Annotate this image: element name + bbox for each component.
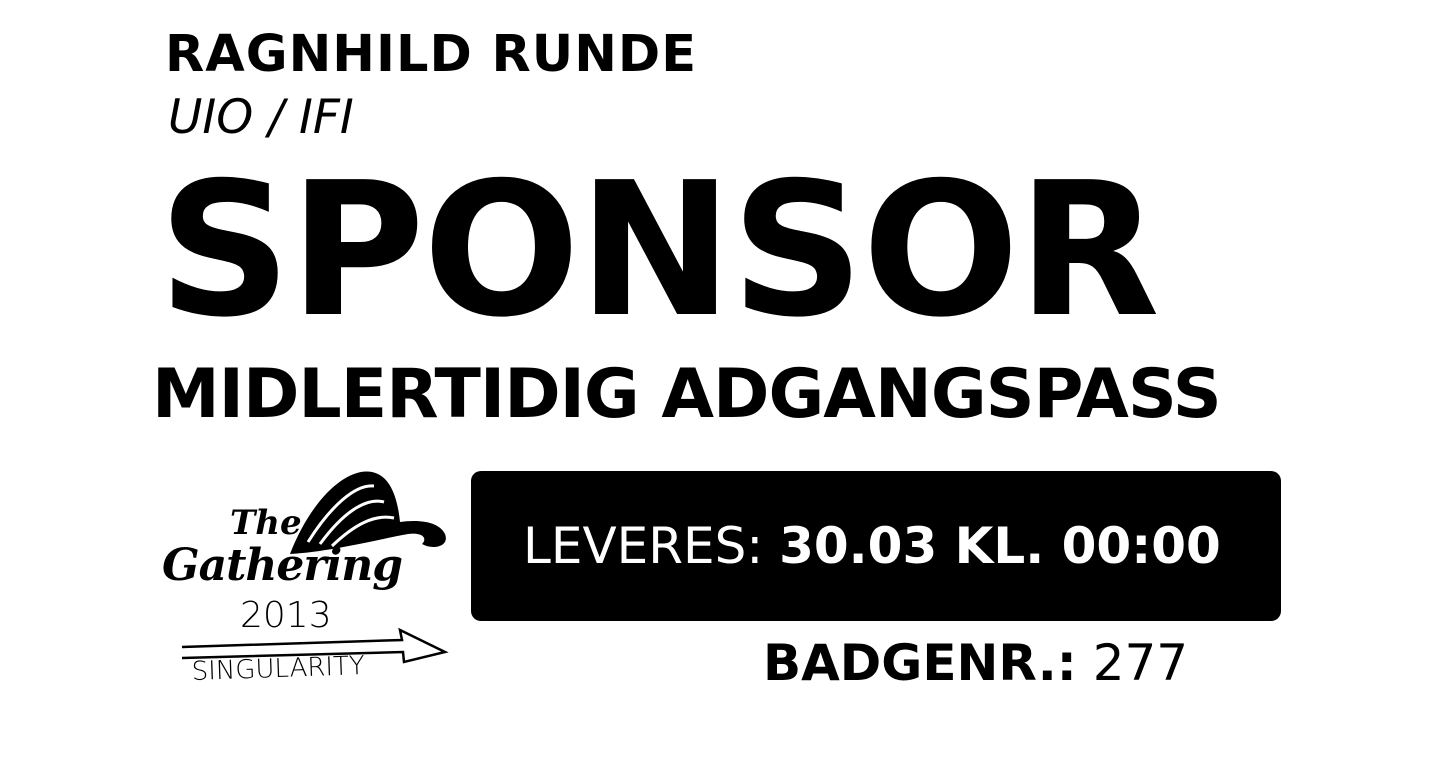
logo-line1: The <box>230 503 302 543</box>
delivery-label: LEVERES: <box>523 517 764 575</box>
holder-organization: UIO / IFI <box>168 90 354 145</box>
logo-theme: SINGULARITY <box>191 651 365 687</box>
delivery-value: 30.03 KL. 00:00 <box>779 517 1221 575</box>
delivery-box: LEVERES: 30.03 KL. 00:00 <box>471 471 1281 621</box>
gathering-logo-icon: The Gathering 2013 SINGULARITY <box>162 471 449 687</box>
badge-number: BADGENR.: 277 <box>763 632 1188 694</box>
badge-number-value: 277 <box>1092 634 1189 692</box>
badge-number-label: BADGENR.: <box>763 634 1077 692</box>
pass-type: MIDLERTIDIG ADGANGSPASS <box>152 355 1222 434</box>
logo-line2: Gathering <box>162 540 402 591</box>
delivery-info: LEVERES: 30.03 KL. 00:00 <box>523 515 1221 577</box>
badge-type: SPONSOR <box>158 142 1160 358</box>
holder-name: RAGNHILD RUNDE <box>165 25 698 84</box>
logo-year: 2013 <box>240 595 332 636</box>
